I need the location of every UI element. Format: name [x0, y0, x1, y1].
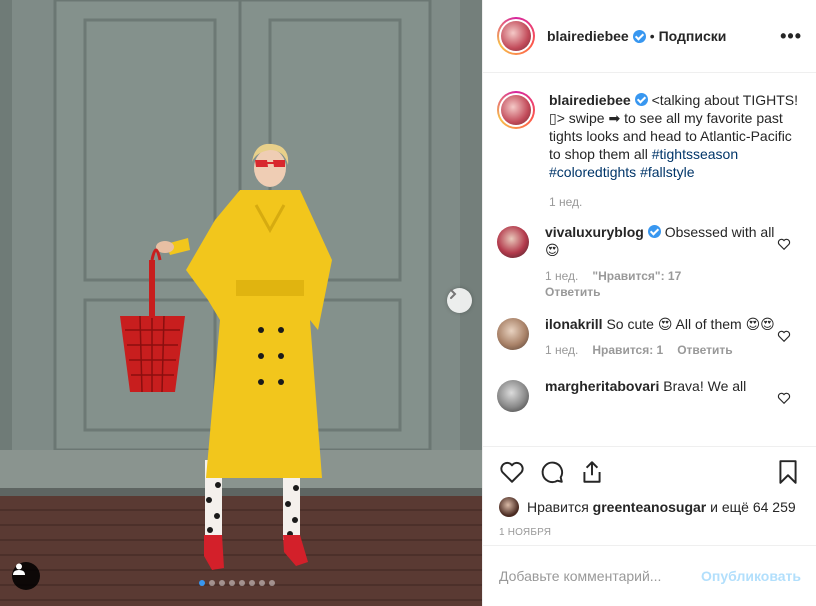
comment-item: margheritabovari Brava! We all — [497, 377, 801, 412]
post-photo[interactable] — [0, 0, 482, 606]
reply-button[interactable]: Ответить — [677, 343, 732, 357]
bookmark-icon[interactable] — [775, 459, 801, 485]
share-icon[interactable] — [579, 459, 605, 485]
separator: • — [649, 28, 655, 44]
author-avatar[interactable] — [497, 17, 535, 55]
comment-time[interactable]: 1 нед. — [545, 343, 578, 357]
hashtag[interactable]: #tightsseason — [652, 146, 738, 162]
likes-prefix: Нравится — [527, 499, 589, 515]
heart-icon[interactable] — [777, 391, 791, 405]
commenter-username[interactable]: vivaluxuryblog — [545, 224, 644, 240]
chevron-right-icon — [450, 289, 457, 299]
next-slide-button[interactable] — [447, 288, 472, 313]
more-options-icon[interactable]: ••• — [780, 26, 802, 47]
add-comment-bar: Добавьте комментарий... Опубликовать — [483, 545, 816, 606]
comment-item: ilonakrill So cute 😍 All of them 😍😍 1 не… — [497, 315, 801, 357]
verified-icon — [632, 29, 646, 43]
heart-icon[interactable] — [499, 459, 525, 485]
liker-username[interactable]: greenteanosugar — [593, 499, 707, 515]
carousel-dot — [219, 580, 225, 586]
photo-illustration — [0, 0, 482, 606]
caption-glyph: ▯ — [549, 110, 557, 126]
likes-count[interactable]: и ещё 64 259 — [710, 499, 796, 515]
comment-likes[interactable]: "Нравится": 17 — [592, 269, 681, 283]
comment-likes[interactable]: Нравится: 1 — [592, 343, 663, 357]
commenter-username[interactable]: margheritabovari — [545, 378, 659, 394]
commenter-avatar[interactable] — [497, 226, 529, 258]
caption: blairediebee <talking about TIGHTS! ▯> s… — [497, 91, 801, 209]
caption-text: <talking about TIGHTS! — [651, 92, 799, 108]
carousel-dot — [239, 580, 245, 586]
follow-button[interactable]: Подписки — [659, 28, 727, 44]
reply-button[interactable]: Ответить — [545, 285, 600, 299]
carousel-dot — [249, 580, 255, 586]
user-tag-button[interactable] — [12, 562, 40, 590]
caption-time[interactable]: 1 нед. — [549, 195, 582, 209]
comments-list[interactable]: blairediebee <talking about TIGHTS! ▯> s… — [483, 73, 816, 445]
hashtag[interactable]: #fallstyle — [640, 164, 694, 180]
carousel-dot — [269, 580, 275, 586]
caption-username[interactable]: blairediebee — [549, 92, 631, 108]
post-date[interactable]: 1 НОЯБРЯ — [499, 527, 801, 538]
comment-input[interactable]: Добавьте комментарий... — [499, 568, 701, 584]
commenter-avatar[interactable] — [497, 380, 529, 412]
comment-time[interactable]: 1 нед. — [545, 269, 578, 283]
heart-icon[interactable] — [777, 237, 791, 251]
author-username[interactable]: blairediebee — [547, 28, 629, 44]
carousel-dot — [209, 580, 215, 586]
publish-button[interactable]: Опубликовать — [701, 568, 801, 584]
post-header: blairediebee • Подписки ••• — [483, 0, 816, 73]
comment-item: vivaluxuryblog Obsessed with all 😍 1 нед… — [497, 223, 801, 299]
verified-icon — [634, 93, 648, 106]
likes-summary: Нравится greenteanosugar и ещё 64 259 — [499, 497, 801, 517]
comment-text: Brava! We all — [663, 378, 747, 394]
post-details-panel: blairediebee • Подписки ••• blairediebee… — [482, 0, 816, 606]
carousel-dot — [229, 580, 235, 586]
caption-avatar[interactable] — [497, 91, 535, 129]
liker-avatar[interactable] — [499, 497, 519, 517]
carousel-indicator — [199, 580, 275, 586]
hashtag[interactable]: #coloredtights — [549, 164, 636, 180]
carousel-dot — [199, 580, 205, 586]
user-tag-icon — [13, 563, 25, 575]
verified-icon — [647, 225, 661, 238]
commenter-username[interactable]: ilonakrill — [545, 316, 603, 332]
commenter-avatar[interactable] — [497, 318, 529, 350]
comment-icon[interactable] — [539, 459, 565, 485]
heart-icon[interactable] — [777, 329, 791, 343]
comment-text: So cute 😍 All of them 😍😍 — [606, 316, 775, 332]
post-actions: Нравится greenteanosugar и ещё 64 259 1 … — [483, 446, 816, 538]
carousel-dot — [259, 580, 265, 586]
